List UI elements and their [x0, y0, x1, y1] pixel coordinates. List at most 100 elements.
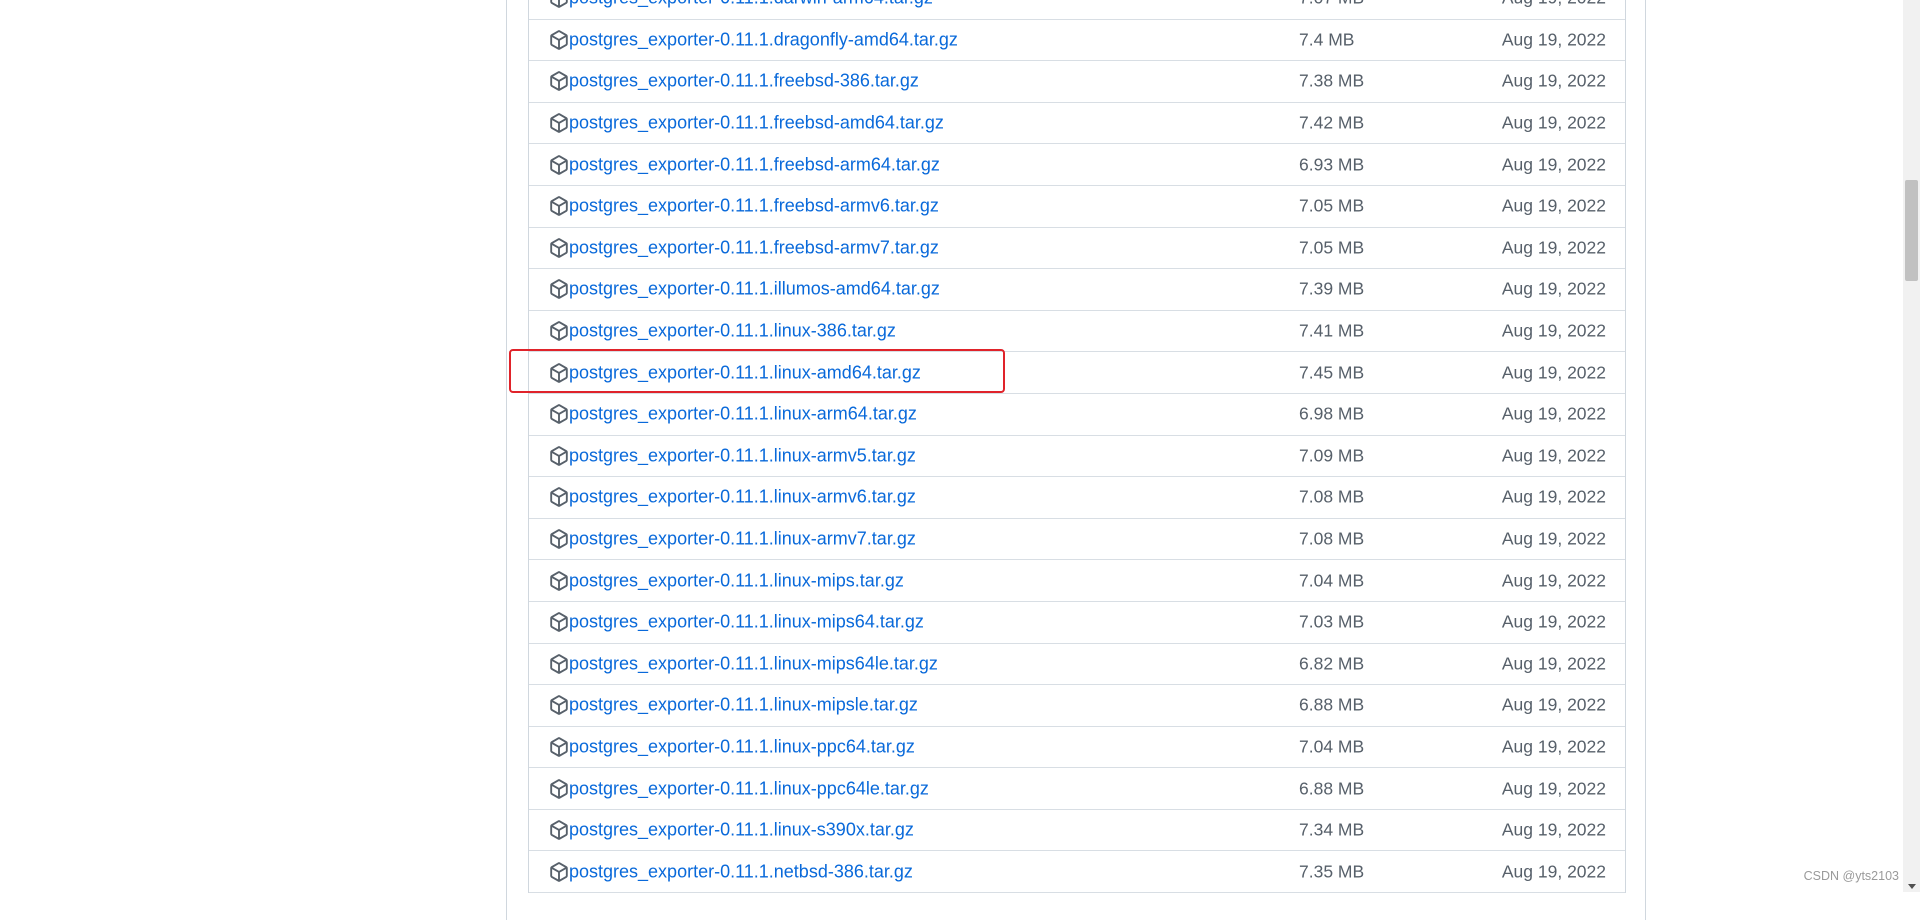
asset-size: 7.04 MB	[1299, 736, 1365, 757]
asset-size: 7.05 MB	[1299, 195, 1365, 216]
asset-date: Aug 19, 2022	[1501, 195, 1606, 216]
asset-download-link[interactable]: postgres_exporter-0.11.1.linux-ppc64.tar…	[569, 736, 915, 757]
package-icon	[549, 778, 569, 799]
package-icon	[549, 0, 569, 9]
package-icon	[549, 71, 569, 92]
package-icon	[549, 695, 569, 716]
asset-date: Aug 19, 2022	[1501, 445, 1606, 466]
asset-row: postgres_exporter-0.11.1.linux-armv7.tar…	[529, 519, 1625, 561]
asset-download-link[interactable]: postgres_exporter-0.11.1.freebsd-386.tar…	[569, 71, 919, 92]
asset-download-link[interactable]: postgres_exporter-0.11.1.darwin-arm64.ta…	[569, 0, 933, 9]
asset-download-link[interactable]: postgres_exporter-0.11.1.linux-mipsle.ta…	[569, 695, 918, 716]
asset-download-link[interactable]: postgres_exporter-0.11.1.linux-arm64.tar…	[569, 404, 917, 425]
asset-row: postgres_exporter-0.11.1.illumos-amd64.t…	[529, 269, 1625, 311]
package-icon	[549, 653, 569, 674]
asset-date: Aug 19, 2022	[1501, 778, 1606, 799]
asset-date: Aug 19, 2022	[1501, 570, 1606, 591]
asset-size: 7.34 MB	[1299, 819, 1365, 840]
asset-date: Aug 19, 2022	[1501, 528, 1606, 549]
asset-download-link[interactable]: postgres_exporter-0.11.1.freebsd-amd64.t…	[569, 113, 944, 134]
asset-date: Aug 19, 2022	[1501, 237, 1606, 258]
scrollbar-thumb[interactable]	[1905, 180, 1918, 281]
asset-date: Aug 19, 2022	[1501, 486, 1606, 507]
asset-row: postgres_exporter-0.11.1.linux-s390x.tar…	[529, 810, 1625, 852]
watermark: CSDN @yts2103	[1803, 869, 1899, 883]
asset-date: Aug 19, 2022	[1501, 362, 1606, 383]
package-icon	[549, 446, 569, 466]
asset-download-link[interactable]: postgres_exporter-0.11.1.illumos-amd64.t…	[569, 279, 940, 300]
asset-size: 6.93 MB	[1299, 154, 1365, 175]
asset-download-link[interactable]: postgres_exporter-0.11.1.freebsd-armv6.t…	[569, 196, 939, 217]
asset-download-link[interactable]: postgres_exporter-0.11.1.linux-mips.tar.…	[569, 570, 904, 591]
asset-size: 7.09 MB	[1299, 445, 1365, 466]
asset-row: postgres_exporter-0.11.1.linux-armv6.tar…	[529, 477, 1625, 519]
asset-date: Aug 19, 2022	[1501, 154, 1606, 175]
scroll-down-arrow-icon[interactable]	[1908, 884, 1916, 889]
asset-download-link[interactable]: postgres_exporter-0.11.1.linux-s390x.tar…	[569, 820, 914, 841]
asset-date: Aug 19, 2022	[1501, 403, 1606, 424]
asset-size: 7.35 MB	[1299, 861, 1365, 882]
asset-date: Aug 19, 2022	[1501, 70, 1606, 91]
asset-download-link[interactable]: postgres_exporter-0.11.1.linux-armv7.tar…	[569, 529, 916, 550]
asset-row: postgres_exporter-0.11.1.linux-mips64le.…	[529, 644, 1625, 686]
package-icon	[549, 404, 569, 425]
asset-row: postgres_exporter-0.11.1.linux-arm64.tar…	[529, 394, 1625, 436]
asset-row: postgres_exporter-0.11.1.linux-mipsle.ta…	[529, 685, 1625, 727]
asset-size: 7.07 MB	[1299, 0, 1364, 9]
asset-download-link[interactable]: postgres_exporter-0.11.1.linux-ppc64le.t…	[569, 778, 929, 799]
asset-date: Aug 19, 2022	[1501, 112, 1606, 133]
asset-download-link[interactable]: postgres_exporter-0.11.1.linux-mips64le.…	[569, 653, 938, 674]
asset-size: 7.08 MB	[1299, 528, 1365, 549]
asset-size: 7.03 MB	[1299, 611, 1365, 632]
asset-row: postgres_exporter-0.11.1.linux-ppc64.tar…	[529, 727, 1625, 769]
package-icon	[549, 196, 569, 217]
asset-size: 7.41 MB	[1299, 320, 1365, 341]
asset-download-link[interactable]: postgres_exporter-0.11.1.freebsd-arm64.t…	[569, 154, 940, 175]
asset-date: Aug 19, 2022	[1501, 694, 1606, 715]
asset-date: Aug 19, 2022	[1501, 736, 1606, 757]
asset-download-link[interactable]: postgres_exporter-0.11.1.dragonfly-amd64…	[569, 29, 958, 50]
vertical-scrollbar[interactable]	[1903, 0, 1920, 892]
asset-row: postgres_exporter-0.11.1.linux-armv5.tar…	[529, 436, 1625, 478]
asset-download-link[interactable]: postgres_exporter-0.11.1.linux-386.tar.g…	[569, 321, 896, 342]
package-icon	[549, 362, 569, 383]
asset-size: 6.88 MB	[1299, 778, 1365, 799]
asset-date: Aug 19, 2022	[1501, 320, 1606, 341]
asset-size: 6.82 MB	[1299, 653, 1365, 674]
package-icon	[549, 529, 569, 549]
asset-row: postgres_exporter-0.11.1.linux-mips64.ta…	[529, 602, 1625, 644]
asset-download-link[interactable]: postgres_exporter-0.11.1.linux-armv6.tar…	[569, 487, 916, 508]
asset-download-link[interactable]: postgres_exporter-0.11.1.linux-armv5.tar…	[569, 445, 916, 466]
package-icon	[549, 737, 569, 757]
asset-size: 7.04 MB	[1299, 570, 1365, 591]
asset-row: postgres_exporter-0.11.1.linux-ppc64le.t…	[529, 768, 1625, 810]
package-icon	[549, 30, 569, 50]
package-icon	[549, 570, 569, 591]
asset-row: postgres_exporter-0.11.1.freebsd-arm64.t…	[529, 144, 1625, 186]
asset-download-link[interactable]: postgres_exporter-0.11.1.linux-mips64.ta…	[569, 612, 924, 633]
asset-row: postgres_exporter-0.11.1.freebsd-armv7.t…	[529, 228, 1625, 270]
asset-download-link[interactable]: postgres_exporter-0.11.1.linux-amd64.tar…	[569, 362, 921, 383]
package-icon	[549, 113, 569, 133]
asset-date: Aug 19, 2022	[1501, 653, 1606, 674]
asset-date: Aug 19, 2022	[1501, 611, 1606, 632]
asset-size: 7.38 MB	[1299, 70, 1365, 91]
package-icon	[549, 154, 569, 175]
package-icon	[549, 861, 569, 882]
asset-size: 7.05 MB	[1299, 237, 1365, 258]
asset-row: postgres_exporter-0.11.1.freebsd-amd64.t…	[529, 103, 1625, 145]
asset-download-link[interactable]: postgres_exporter-0.11.1.freebsd-armv7.t…	[569, 237, 939, 258]
asset-row: postgres_exporter-0.11.1.netbsd-386.tar.…	[529, 851, 1625, 894]
asset-row: postgres_exporter-0.11.1.linux-386.tar.g…	[529, 311, 1625, 353]
package-icon	[549, 612, 569, 633]
asset-size: 6.88 MB	[1299, 694, 1365, 715]
asset-row: postgres_exporter-0.11.1.dragonfly-amd64…	[529, 20, 1625, 62]
asset-download-link[interactable]: postgres_exporter-0.11.1.netbsd-386.tar.…	[569, 861, 913, 882]
asset-row: postgres_exporter-0.11.1.linux-mips.tar.…	[529, 560, 1625, 602]
asset-date: Aug 19, 2022	[1501, 861, 1606, 882]
asset-size: 7.45 MB	[1299, 362, 1365, 383]
asset-size: 7.42 MB	[1299, 112, 1365, 133]
package-icon	[549, 820, 569, 840]
package-icon	[549, 279, 569, 300]
asset-size: 7.39 MB	[1299, 278, 1365, 299]
